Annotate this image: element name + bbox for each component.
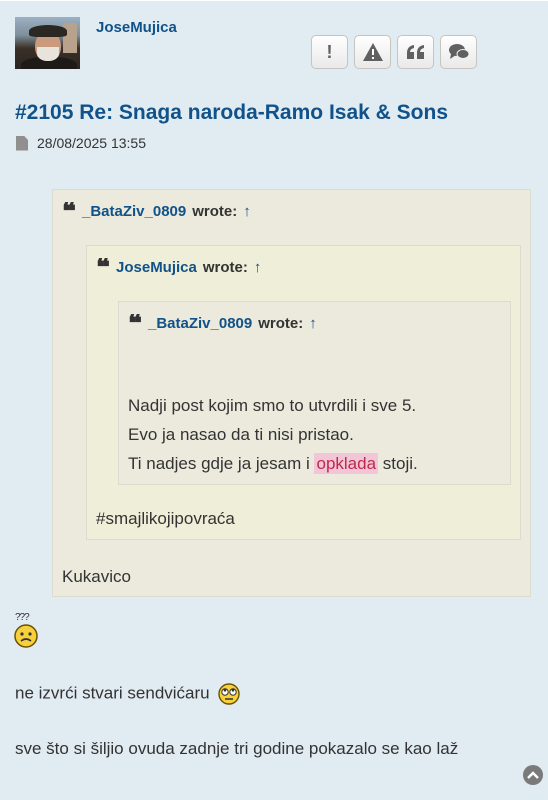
warning-icon [362,43,383,61]
pm-button[interactable] [440,35,477,69]
wrote-label: wrote: [202,258,248,276]
file-icon[interactable] [16,135,28,151]
post-author-link[interactable]: JoseMujica [96,19,177,36]
highlighted-word: opklada [314,453,379,474]
chat-icon [448,44,469,59]
rolleyes-smiley-icon [218,683,241,705]
report-button[interactable]: ! [311,35,348,69]
chevron-up-icon [527,771,539,779]
exclamation-icon: ! [326,41,333,62]
quote-line: Evo ja nasao da ti nisi pristao. [128,425,354,444]
quote-line: Ti nadjes gdje ja jesam i opklada stoji. [128,449,418,478]
quote-line-text: stoji. [382,454,418,473]
go-to-post-icon[interactable]: ↑ [309,315,317,332]
post-actions: ! [311,35,477,69]
post-title[interactable]: #2105 Re: Snaga naroda-Ramo Isak & Sons [15,101,448,125]
quote-icon: ❝ [96,258,110,276]
quote-cite: ❝ JoseMujica wrote: ↑ [96,258,261,276]
smiley-question-marks: ??? [15,612,30,623]
quote-cite: ❝ _BataZiv_0809 wrote: ↑ [128,314,317,332]
forum-post: JoseMujica ! #2105 Re: Snaga naroda-Ramo… [0,0,548,793]
quote-inner: ❝ _BataZiv_0809 wrote: ↑ Nadji post koji… [118,301,511,485]
quote-cite: ❝ _BataZiv_0809 wrote: ↑ [62,202,251,220]
wrote-label: wrote: [192,202,238,220]
quote-middle-text: #smajlikojipovraća [96,509,235,528]
quote-icon: ❝ [62,202,76,220]
quote-outer-text: Kukavico [62,567,131,586]
quote-middle: ❝ JoseMujica wrote: ↑ ❝ _BataZiv_0809 wr… [86,245,521,540]
quote-line: Nadji post kojim smo to utvrdili i sve 5… [128,396,417,415]
quote-author-link[interactable]: _BataZiv_0809 [82,203,186,220]
quote-icon [406,45,424,59]
avatar[interactable] [15,17,80,69]
quote-inner-text: Nadji post kojim smo to utvrdili i sve 5… [128,391,418,478]
quote-button[interactable] [397,35,434,69]
post-meta: 28/08/2025 13:55 [16,135,146,151]
post-body-text: ne izvrći stvari sendvićaru [15,683,210,703]
post-datetime: 28/08/2025 13:55 [37,135,146,151]
quote-icon: ❝ [128,314,142,332]
post-body-line: ne izvrći stvari sendvićaru [15,683,241,705]
quote-outer: ❝ _BataZiv_0809 wrote: ↑ ❝ JoseMujica wr… [52,189,531,597]
go-to-post-icon[interactable]: ↑ [254,259,262,276]
confused-smiley-icon: ??? [14,613,40,649]
quote-author-link[interactable]: JoseMujica [116,259,197,276]
quote-author-link[interactable]: _BataZiv_0809 [148,315,252,332]
go-to-post-icon[interactable]: ↑ [243,203,251,220]
post-body-line: sve što si šiljio ovuda zadnje tri godin… [15,739,459,758]
quote-line-text: Ti nadjes gdje ja jesam i [128,454,310,473]
scroll-to-top-button[interactable] [523,765,543,785]
wrote-label: wrote: [258,314,304,332]
warn-button[interactable] [354,35,391,69]
